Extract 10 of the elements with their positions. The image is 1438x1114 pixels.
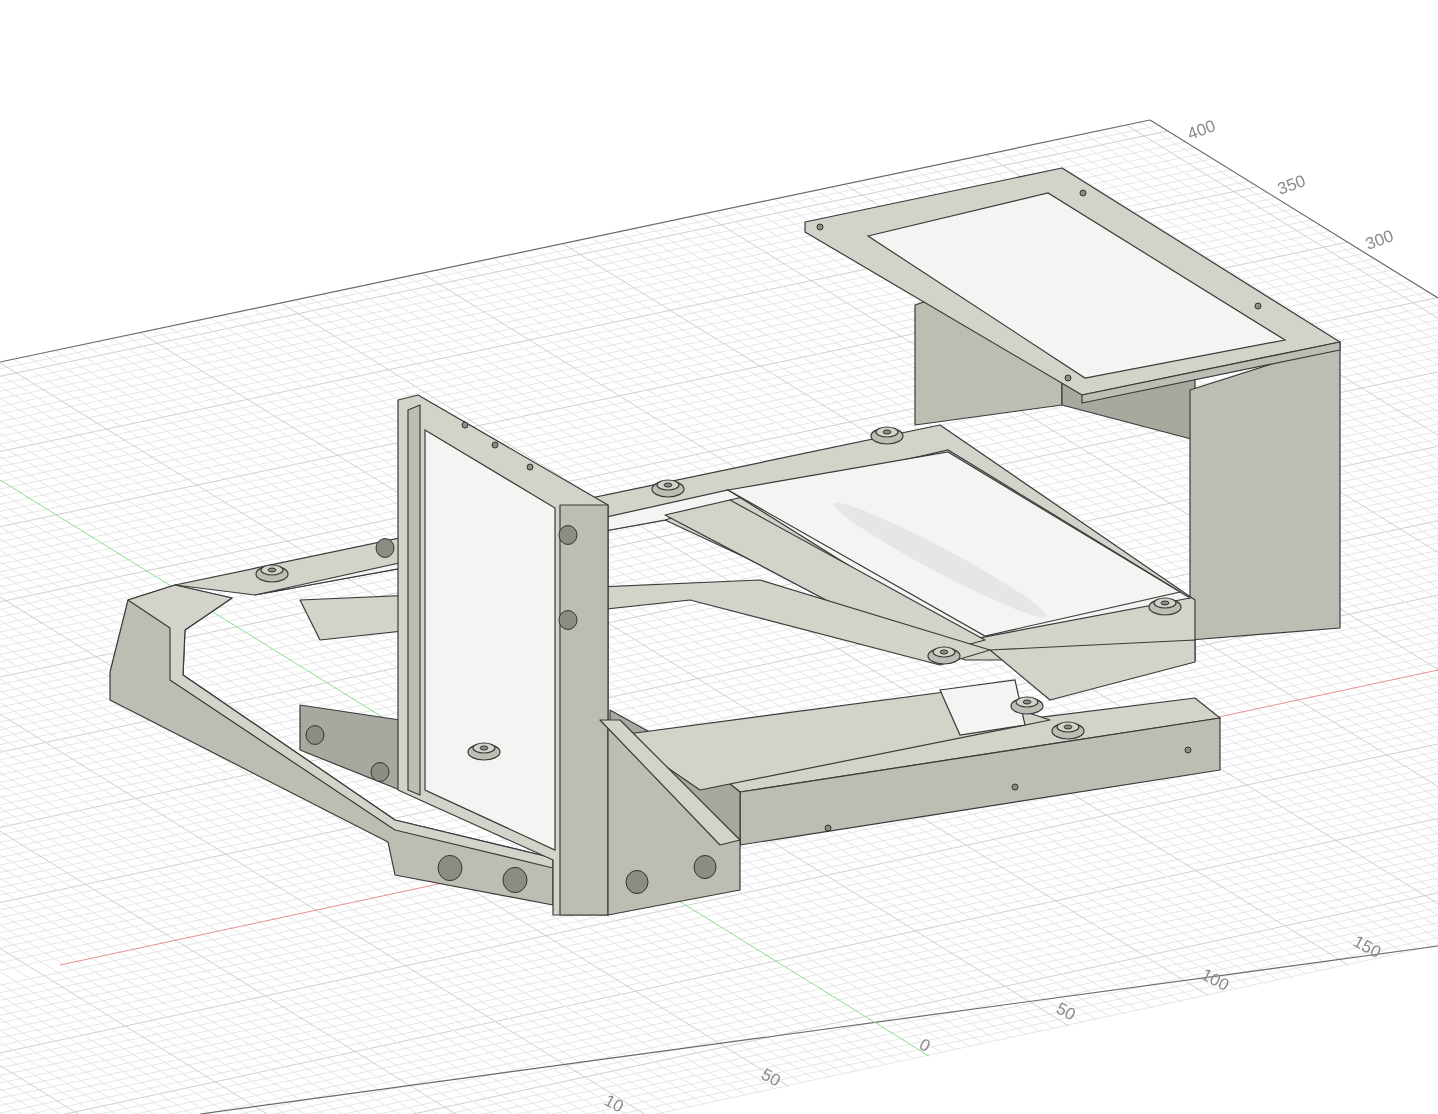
grid-tick-label: 0 — [916, 1034, 934, 1056]
grid-tick-label: 50 — [758, 1064, 784, 1091]
grid-tick-label: 100 — [1198, 964, 1233, 995]
grid-tick-label: 10 — [601, 1090, 627, 1114]
chassis-frame-drawing[interactable] — [109, 167, 1341, 916]
grid-tick-label: 300 — [1362, 226, 1397, 254]
grid-tick-label: 400 — [1184, 116, 1219, 144]
grid-tick-label: 150 — [1350, 931, 1385, 962]
grid-tick-label: 50 — [1053, 998, 1079, 1025]
grid-tick-label: 350 — [1274, 171, 1309, 199]
